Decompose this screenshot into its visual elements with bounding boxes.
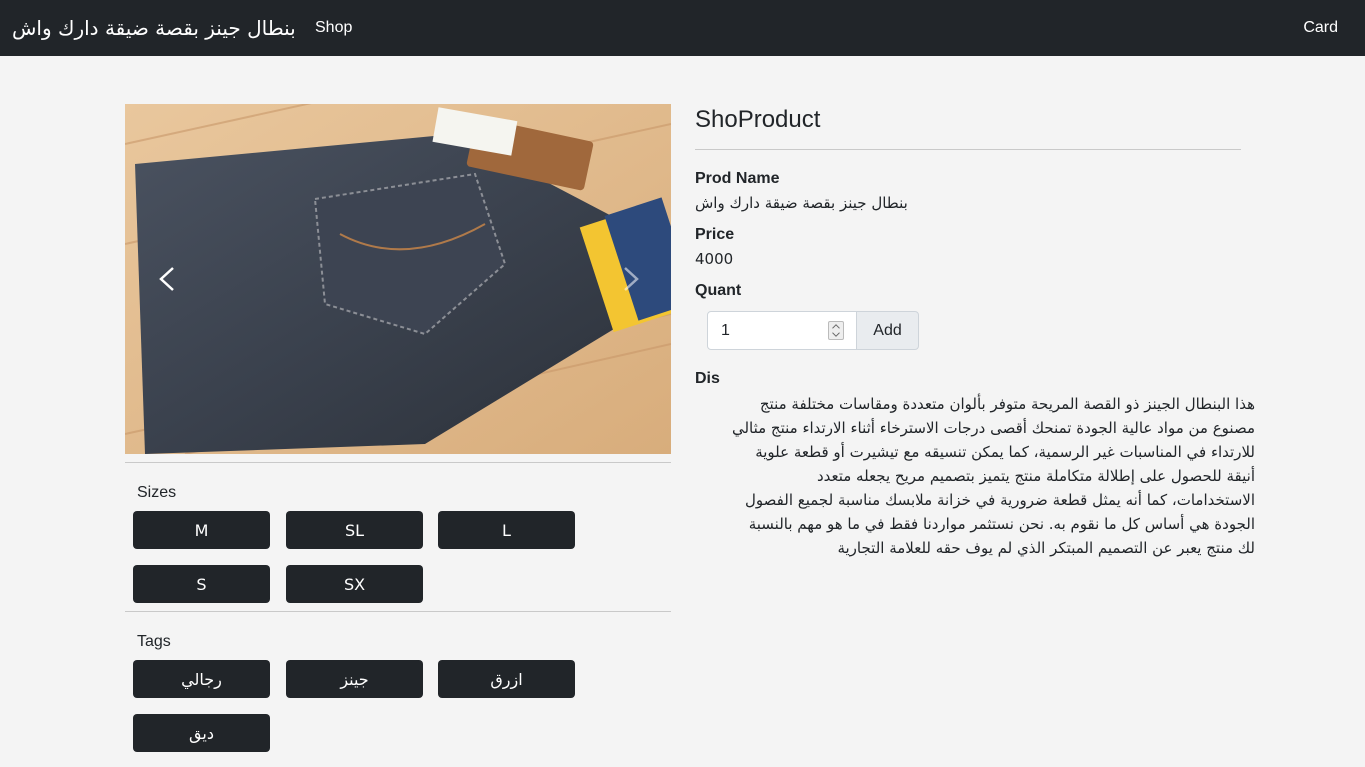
- navbar: بنطال جينز بقصة ضيقة دارك واش Shop Card: [0, 0, 1365, 56]
- carousel-next-icon[interactable]: [615, 264, 645, 294]
- quantity-input[interactable]: 1: [707, 311, 857, 350]
- product-description: هذا البنطال الجينز ذو القصة المريحة متوف…: [695, 392, 1255, 560]
- divider: [125, 611, 671, 612]
- tag-button[interactable]: رجالي: [133, 660, 270, 698]
- size-button-l[interactable]: L: [438, 511, 575, 549]
- carousel-prev-icon[interactable]: [153, 264, 183, 294]
- divider: [125, 462, 671, 463]
- price-label: Price: [695, 226, 735, 243]
- dis-label: Dis: [695, 370, 720, 387]
- prod-name-label: Prod Name: [695, 170, 780, 187]
- size-button-sl[interactable]: SL: [286, 511, 423, 549]
- description-line: الاستخدامات، كما أنه يمثل قطعة ضرورية في…: [745, 491, 1255, 509]
- divider: [695, 149, 1241, 150]
- tag-button[interactable]: ديق: [133, 714, 270, 752]
- description-line: مصنوع من مواد عالية الجودة تمنحك أقصى در…: [731, 419, 1255, 437]
- sizes-label: Sizes: [137, 484, 177, 501]
- prod-name-value: بنطال جينز بقصة ضيقة دارك واش: [695, 194, 908, 212]
- description-line: أنيقة للحصول على إطلالة متكاملة منتج يتم…: [816, 467, 1255, 485]
- size-button-m[interactable]: M: [133, 511, 270, 549]
- nav-card-link[interactable]: Card: [1303, 19, 1338, 37]
- size-button-s[interactable]: S: [133, 565, 270, 603]
- nav-shop-link[interactable]: Shop: [315, 19, 352, 37]
- description-line: الجودة هي أساس كل ما نقوم به. نحن نستثمر…: [748, 515, 1255, 533]
- tags-label: Tags: [137, 633, 171, 650]
- price-value: 4000: [695, 250, 734, 268]
- description-line: لك منتج يعبر عن التصميم المبتكر الذي لم …: [837, 539, 1255, 557]
- tag-button[interactable]: ازرق: [438, 660, 575, 698]
- product-title: ShoProduct: [695, 106, 821, 133]
- size-button-sx[interactable]: SX: [286, 565, 423, 603]
- description-line: للارتداء في المناسبات غير الرسمية، كما ي…: [755, 443, 1255, 461]
- spinner-arrows-icon[interactable]: [828, 321, 844, 340]
- add-button[interactable]: Add: [856, 311, 919, 350]
- product-image-carousel: [125, 104, 671, 454]
- brand-link[interactable]: بنطال جينز بقصة ضيقة دارك واش: [12, 16, 296, 40]
- product-image: [125, 104, 671, 454]
- quantity-value: 1: [721, 322, 730, 339]
- quant-label: Quant: [695, 282, 742, 299]
- description-line: هذا البنطال الجينز ذو القصة المريحة متوف…: [759, 395, 1255, 413]
- tag-button[interactable]: جينز: [286, 660, 423, 698]
